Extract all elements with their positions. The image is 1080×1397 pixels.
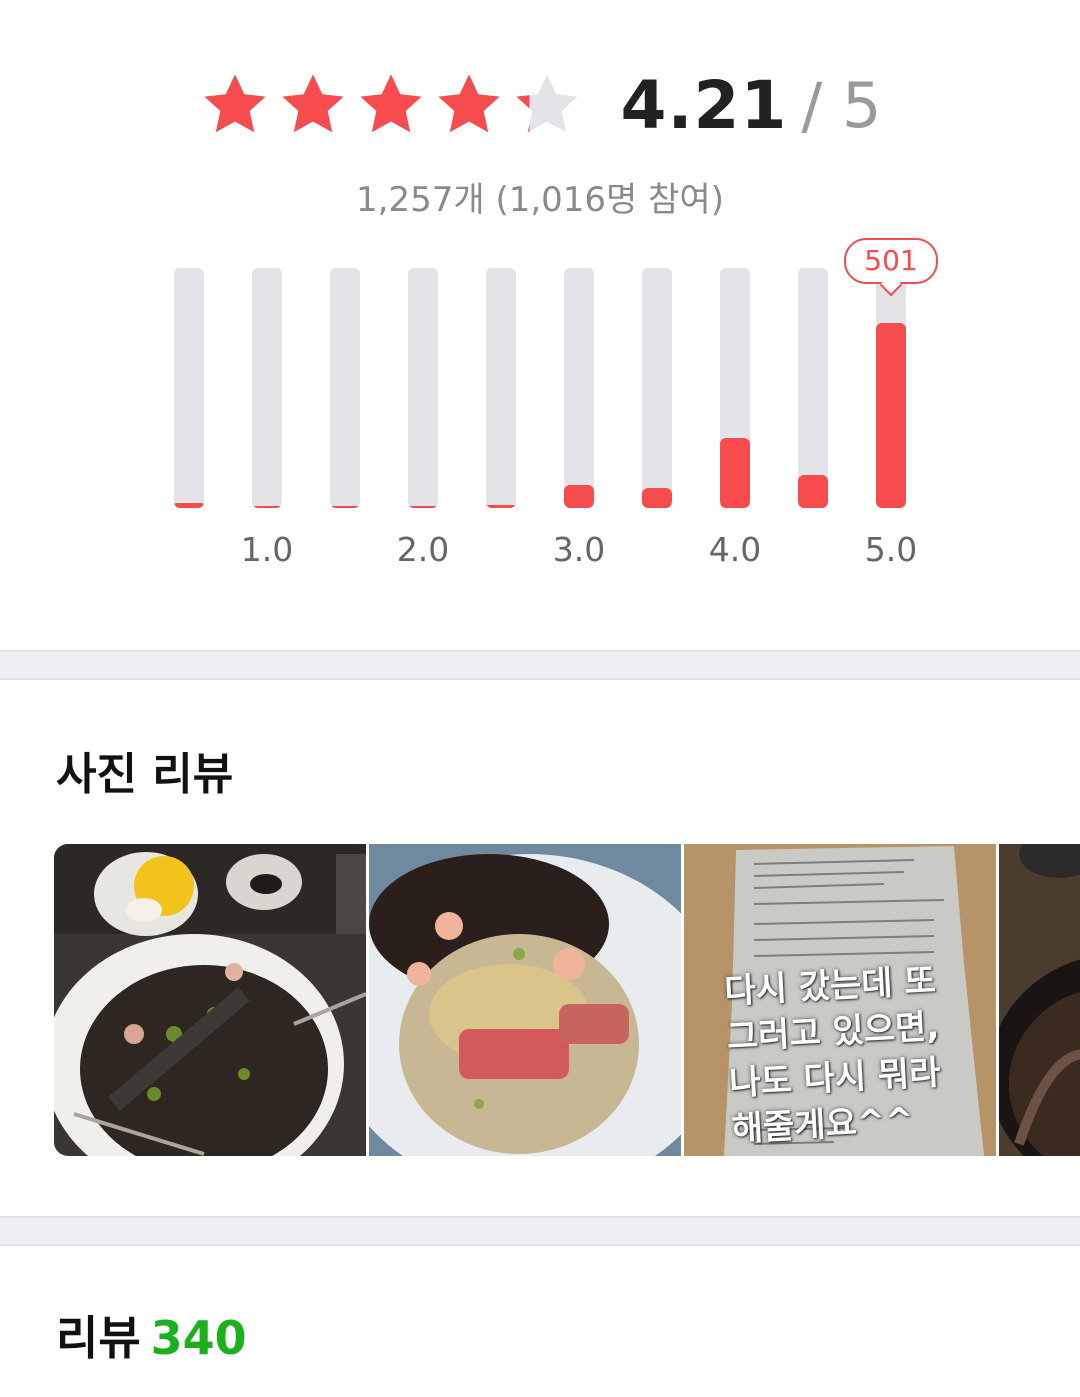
rating-bar-track-2.5 [486, 268, 516, 508]
average-score: 4.21 [620, 66, 788, 144]
rating-bar-track-3.5 [642, 268, 672, 508]
rating-count: 1,257개 (1,016명 참여) [356, 180, 724, 220]
photo-review-thumbnail[interactable] [369, 844, 681, 1156]
photo-review-thumbnail[interactable]: 다시 갔는데 또 그러고 있으면, 나도 다시 뭐라 해줄게요^^ [684, 844, 996, 1156]
photo-review-title: 사진 리뷰 [56, 749, 234, 800]
rating-tick-label: 1.0 [240, 530, 294, 569]
rating-bar-3.5 [642, 488, 672, 508]
rating-bar-2.5 [486, 505, 516, 508]
rating-bar-4.5 [798, 475, 828, 508]
rating-tick-label: 3.0 [552, 530, 606, 569]
rating-bar-track-1.0 [252, 268, 282, 508]
photo-review-strip[interactable]: 다시 갔는데 또 그러고 있으면, 나도 다시 뭐라 해줄게요^^ [54, 844, 1080, 1156]
rating-summary: 4.21 / 5 [0, 60, 1080, 150]
star-rating [199, 69, 589, 141]
rating-bar-1.0 [252, 506, 282, 508]
section-divider [0, 650, 1080, 680]
rating-bar-4.0 [720, 438, 750, 508]
rating-bar-track-4.5 [798, 268, 828, 508]
rating-bar-5.0 [876, 323, 906, 508]
rating-distribution-chart: 1.0 2.0 3.0 4.0 5.0 501 [0, 230, 1080, 590]
review-label: 리뷰 [56, 1311, 141, 1365]
rating-bar-track-4.0 [720, 268, 750, 508]
rating-tick-label: 5.0 [864, 530, 918, 569]
rating-bar-2.0 [408, 506, 438, 508]
rating-bar-track-5.0 [876, 268, 906, 508]
rating-bar-3.0 [564, 485, 594, 508]
rating-bar-track-0.5 [174, 268, 204, 508]
rating-bar-track-2.0 [408, 268, 438, 508]
star-icon [199, 69, 271, 141]
star-icon [355, 69, 427, 141]
star-icon [433, 69, 505, 141]
photo-overlay-text: 다시 갔는데 또 그러고 있으면, 나도 다시 뭐라 해줄게요^^ [723, 960, 942, 1150]
star-partial-icon [511, 69, 583, 141]
review-section-title: 리뷰 340 [56, 1302, 247, 1368]
rating-bar-0.5 [174, 503, 204, 508]
rating-tick-label: 4.0 [708, 530, 762, 569]
rating-tick-label: 2.0 [396, 530, 450, 569]
score-max: / 5 [801, 68, 882, 142]
max-count-badge: 501 [844, 238, 938, 284]
rating-bar-track-3.0 [564, 268, 594, 508]
star-icon [277, 69, 349, 141]
rating-bar-track-1.5 [330, 268, 360, 508]
review-count: 340 [150, 1311, 247, 1365]
photo-review-thumbnail[interactable] [999, 844, 1080, 1156]
section-divider [0, 1216, 1080, 1246]
rating-bar-1.5 [330, 506, 360, 508]
photo-review-thumbnail[interactable] [54, 844, 366, 1156]
